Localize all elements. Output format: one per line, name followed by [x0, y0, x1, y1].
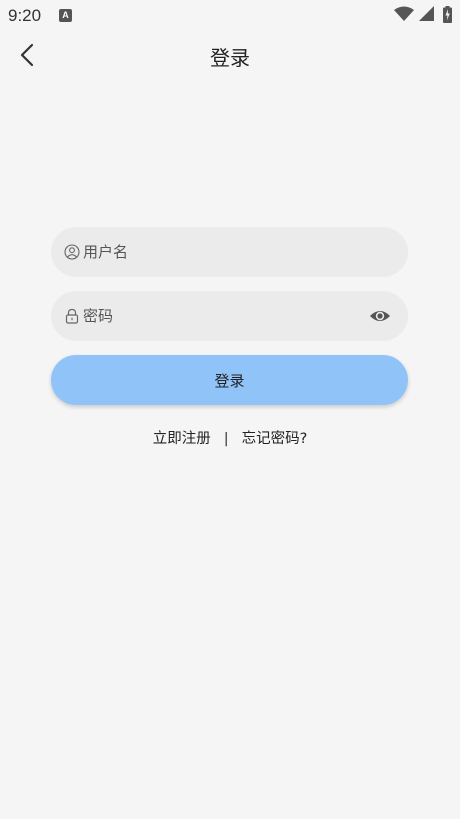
forgot-password-link[interactable]: 忘记密码? — [242, 427, 308, 448]
status-time: 9:20 — [8, 6, 42, 25]
lock-icon — [65, 308, 79, 324]
cellular-signal-icon — [419, 6, 434, 21]
login-button[interactable]: 登录 — [51, 355, 408, 405]
wifi-icon — [394, 6, 414, 21]
status-bar: 9:20 A — [0, 0, 460, 32]
eye-icon[interactable] — [369, 306, 391, 326]
username-input[interactable] — [83, 227, 353, 277]
link-divider: | — [223, 431, 229, 447]
user-icon — [64, 244, 80, 260]
auth-links: 立即注册 | 忘记密码? — [0, 427, 460, 448]
a-letter-icon: A — [59, 9, 72, 22]
username-field[interactable] — [51, 227, 408, 277]
app-bar: 登录 — [0, 32, 460, 78]
battery-charging-icon — [443, 6, 452, 23]
password-input[interactable] — [83, 291, 353, 341]
register-link[interactable]: 立即注册 — [153, 427, 211, 448]
page-title: 登录 — [210, 46, 250, 70]
password-field[interactable] — [51, 291, 408, 341]
